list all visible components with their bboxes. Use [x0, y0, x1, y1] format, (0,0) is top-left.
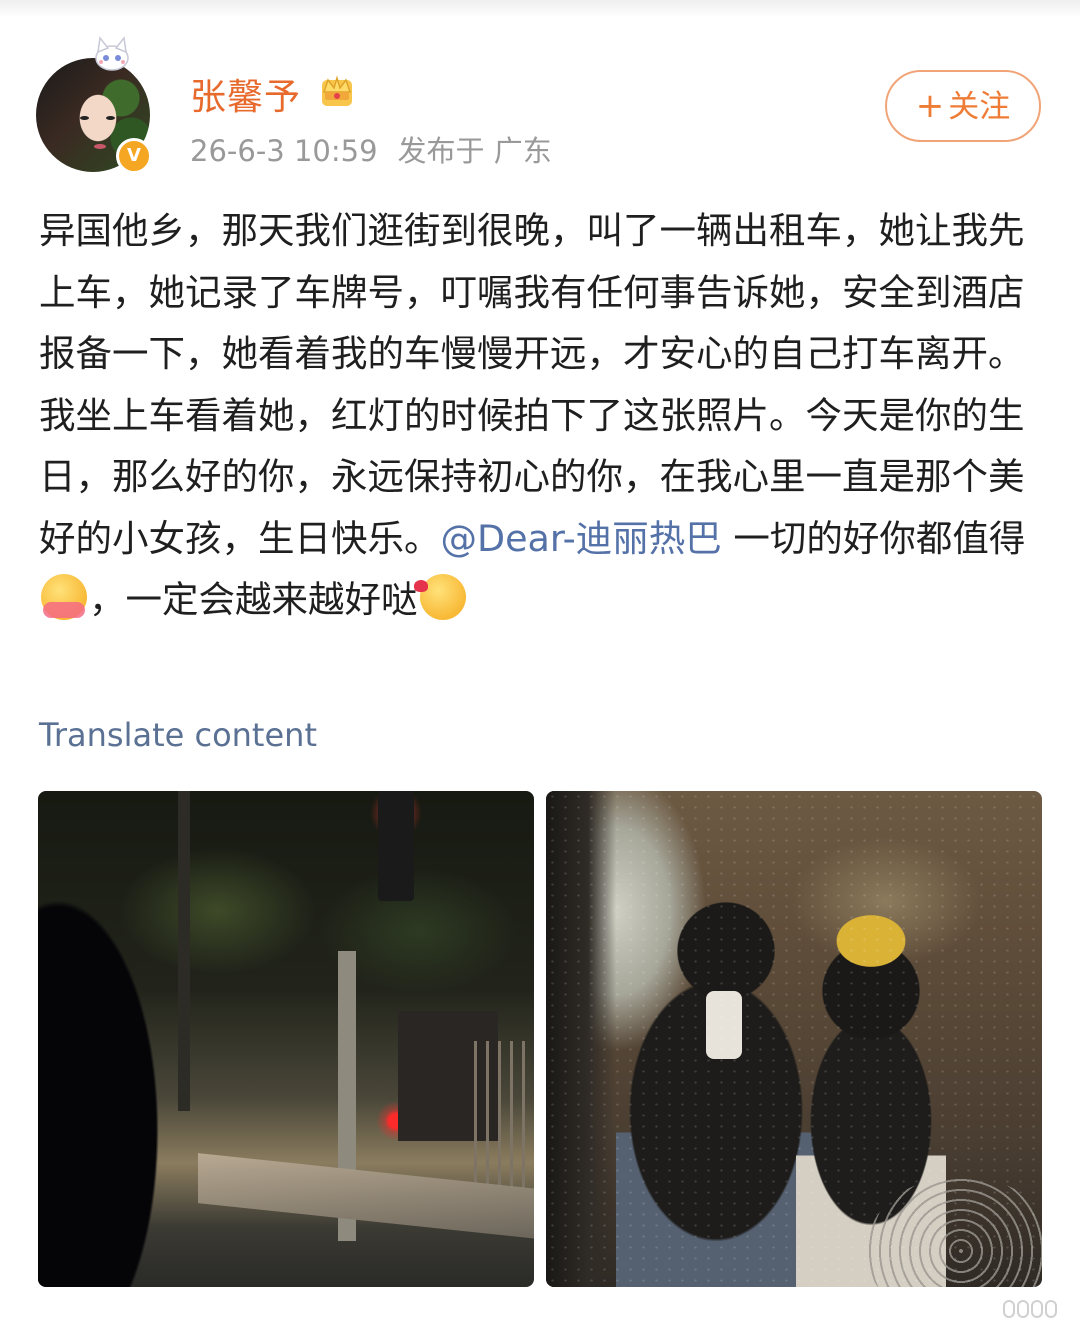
image-car-frame	[38, 831, 228, 1287]
post-text: ，一定会越来越好哒	[89, 578, 418, 621]
post-text: 一切的好你都值得	[721, 516, 1026, 560]
follow-button[interactable]: + 关注	[885, 70, 1041, 142]
follow-button-label: 关注	[948, 89, 1011, 125]
mention-link[interactable]: @Dear-迪丽热巴	[441, 517, 722, 560]
post-location: 发布于 广东	[397, 134, 552, 168]
post-meta: 26-6-3 10:59 发布于 广东	[190, 128, 572, 170]
author-avatar-container[interactable]: V	[36, 36, 154, 176]
translate-link[interactable]: Translate content	[39, 716, 317, 754]
plus-icon: +	[915, 86, 945, 126]
kiss-emoji-icon	[413, 574, 466, 620]
verified-v-icon: V	[116, 138, 152, 174]
post-timestamp: 26-6-3 10:59	[190, 134, 378, 168]
post-image-night-street[interactable]	[38, 791, 534, 1287]
post-image-mirror-selfie[interactable]	[546, 791, 1042, 1287]
watermark-icon	[1003, 1300, 1063, 1324]
image-traffic-light	[378, 791, 414, 901]
avatar-lip	[94, 144, 106, 149]
image-mirror-texture	[546, 791, 1042, 1287]
cat-ears-icon	[95, 36, 129, 71]
avatar-eye	[80, 116, 89, 120]
post-text: 异国他乡，那天我们逛街到很晚，叫了一辆出租车，她让我先上车，她记录了车牌号，叮嘱…	[39, 209, 1025, 560]
avatar-eye	[106, 116, 115, 120]
top-divider	[0, 0, 1080, 18]
post-content: 异国他乡，那天我们逛街到很晚，叫了一辆出租车，她让我先上车，她记录了车牌号，叮嘱…	[39, 200, 1039, 631]
hug-emoji-icon	[41, 574, 87, 620]
author-name[interactable]: 张馨予	[190, 68, 301, 120]
crown-icon[interactable]	[318, 70, 356, 110]
